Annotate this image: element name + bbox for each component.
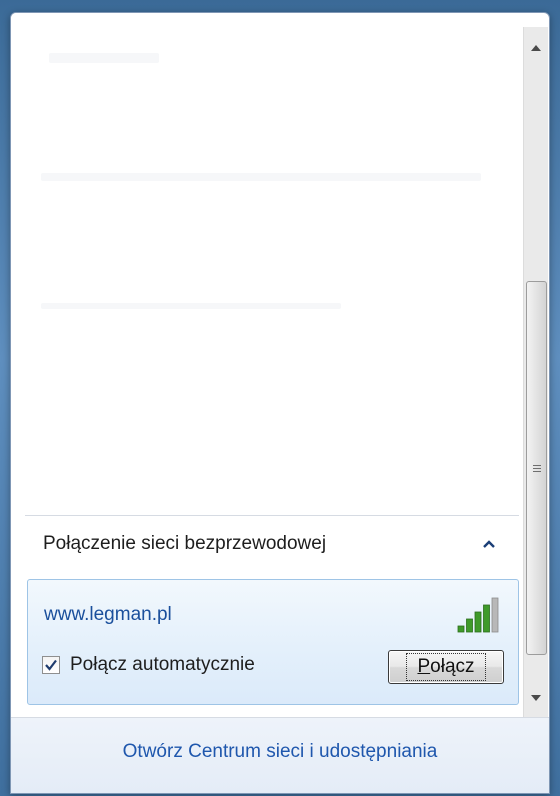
signal-strength-icon <box>457 597 499 633</box>
blank-region <box>41 303 341 309</box>
connect-button-accelerator: P <box>417 656 431 677</box>
flyout-footer: Otwórz Centrum sieci i udostępniania <box>11 717 549 793</box>
signal-bar <box>466 618 473 633</box>
connect-button-label: Połącz <box>406 653 486 681</box>
connect-button[interactable]: Połącz <box>388 650 504 684</box>
section-title: Połączenie sieci bezprzewodowej <box>43 533 327 554</box>
scroll-up-arrow-icon[interactable] <box>524 37 548 59</box>
network-item-selected[interactable]: www.legman.pl Połącz automatycznie Połąc… <box>27 579 519 705</box>
scroll-thumb[interactable] <box>526 281 547 655</box>
signal-bar <box>491 597 499 633</box>
auto-connect-option[interactable]: Połącz automatycznie <box>42 654 255 676</box>
grip-icon <box>532 463 541 474</box>
blank-region <box>49 53 159 63</box>
open-network-center-link[interactable]: Otwórz Centrum sieci i udostępniania <box>123 741 438 763</box>
blank-region <box>41 173 481 181</box>
auto-connect-label: Połącz automatycznie <box>70 654 255 675</box>
vertical-scrollbar[interactable] <box>523 27 548 717</box>
connect-button-label-rest: ołącz <box>430 656 475 677</box>
signal-bar <box>474 611 482 633</box>
scroll-down-arrow-icon[interactable] <box>524 687 548 709</box>
signal-bar <box>483 604 490 633</box>
network-list: Połączenie sieci bezprzewodowej www.legm… <box>11 13 521 713</box>
chevron-up-icon[interactable] <box>479 534 499 554</box>
checkmark-icon <box>45 659 57 671</box>
network-ssid: www.legman.pl <box>44 604 172 625</box>
wireless-section-header[interactable]: Połączenie sieci bezprzewodowej <box>25 515 519 572</box>
signal-bar <box>457 625 465 633</box>
auto-connect-checkbox[interactable] <box>42 656 60 674</box>
wireless-networks-flyout: Połączenie sieci bezprzewodowej www.legm… <box>10 12 550 794</box>
